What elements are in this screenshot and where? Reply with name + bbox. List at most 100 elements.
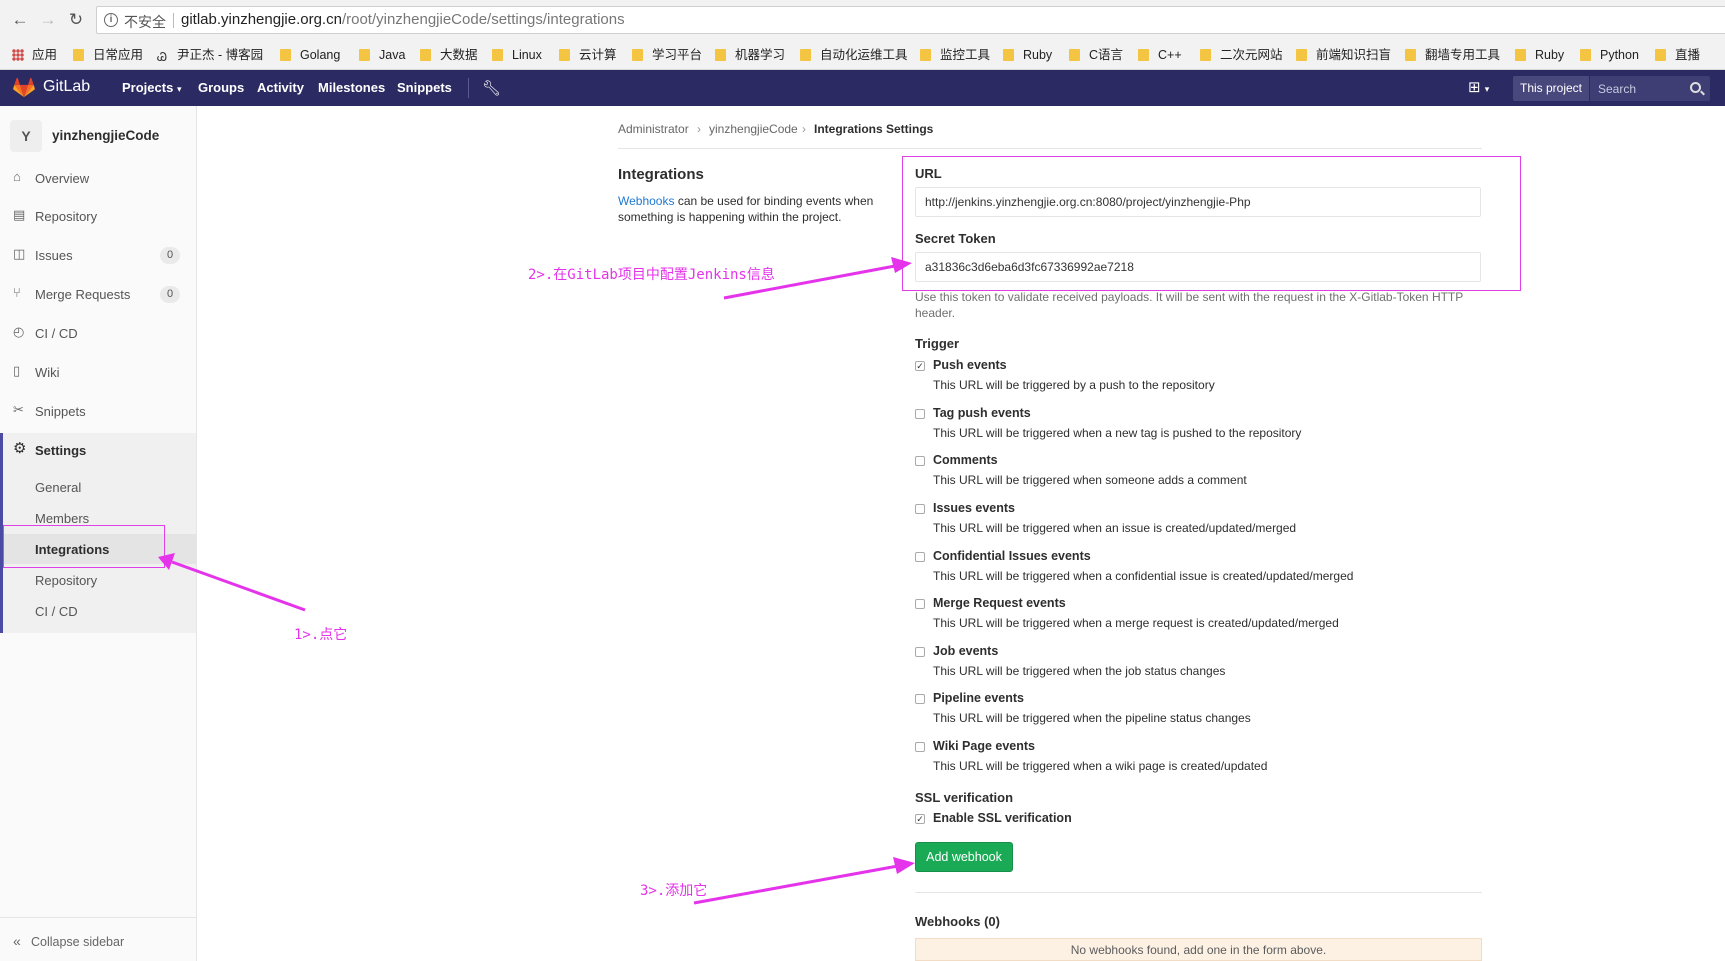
- project-name[interactable]: yinzhengjieCode: [52, 128, 159, 143]
- bookmark-item[interactable]: C++: [1138, 46, 1182, 64]
- issues-events-checkbox[interactable]: [915, 504, 925, 514]
- settings-sub-ci-cd[interactable]: CI / CD: [35, 604, 78, 619]
- merge-icon: ⑂: [13, 285, 21, 300]
- url-text[interactable]: gitlab.yinzhengjie.org.cn/root/yinzhengj…: [181, 11, 625, 28]
- bookmark-item[interactable]: Ruby: [1003, 46, 1052, 64]
- job-events-checkbox[interactable]: [915, 647, 925, 657]
- section-divider: [915, 892, 1482, 893]
- breadcrumb-chevron-icon: ›: [697, 122, 701, 136]
- breadcrumb-current: Integrations Settings: [814, 122, 934, 136]
- bookmark-item[interactable]: 直播: [1655, 46, 1700, 64]
- trigger-wiki-page-events: Wiki Page events This URL will be trigge…: [915, 739, 1515, 779]
- sidebar-item-overview[interactable]: ⌂ Overview: [0, 164, 196, 194]
- breadcrumb-chevron-icon: ›: [802, 122, 806, 136]
- sidebar-item-ci-cd[interactable]: ◴ CI / CD: [0, 319, 196, 349]
- nav-milestones[interactable]: Milestones: [318, 80, 385, 95]
- bookmark-item[interactable]: 前端知识扫盲: [1296, 46, 1391, 64]
- annotation-step3: 3>.添加它: [640, 883, 708, 899]
- nav-groups[interactable]: Groups: [198, 80, 244, 95]
- secret-token-help: Use this token to validate received payl…: [915, 290, 1464, 320]
- trigger-issues-events: Issues events This URL will be triggered…: [915, 501, 1515, 541]
- sidebar-item-snippets[interactable]: ✂ Snippets: [0, 397, 196, 427]
- pipeline-events-checkbox[interactable]: [915, 694, 925, 704]
- nav-activity[interactable]: Activity: [257, 80, 304, 95]
- bookmark-item[interactable]: Ruby: [1515, 46, 1564, 64]
- bookmark-apps[interactable]: 应用: [12, 46, 57, 64]
- issues-count-badge: 0: [160, 247, 180, 264]
- sidebar-item-settings[interactable]: ⚙ Settings: [0, 436, 196, 466]
- folder-icon: [1003, 49, 1014, 61]
- merge-request-events-checkbox[interactable]: [915, 599, 925, 609]
- trigger-tag-push-events: Tag push events This URL will be trigger…: [915, 406, 1515, 446]
- folder-icon: [1515, 49, 1526, 61]
- sidebar-item-wiki[interactable]: ▯ Wiki: [0, 358, 196, 388]
- comments-checkbox[interactable]: [915, 456, 925, 466]
- insecure-label: 不安全: [124, 14, 166, 30]
- folder-icon: [492, 49, 503, 61]
- confidential-issues-events-checkbox[interactable]: [915, 552, 925, 562]
- bookmarks-bar: 应用 日常应用 Ꮚ 尹正杰 - 博客园 Golang Java 大数据 Linux…: [0, 40, 1725, 70]
- ssl-verification-row: ✓ Enable SSL verification: [915, 811, 1072, 825]
- gear-icon: ⚙: [13, 440, 27, 457]
- nav-projects[interactable]: Projects ▾: [122, 80, 181, 95]
- issues-icon: ◫: [13, 246, 26, 261]
- collapse-sidebar-button[interactable]: « Collapse sidebar: [0, 917, 196, 961]
- nav-snippets[interactable]: Snippets: [397, 80, 452, 95]
- new-menu-button[interactable]: ⊞ ▾: [1468, 78, 1502, 98]
- wiki-page-events-checkbox[interactable]: [915, 742, 925, 752]
- add-webhook-button[interactable]: Add webhook: [915, 842, 1013, 872]
- bookmark-item[interactable]: 机器学习: [715, 46, 785, 64]
- bookmark-item[interactable]: 翻墙专用工具: [1405, 46, 1500, 64]
- wrench-icon[interactable]: 🔧︎: [482, 79, 501, 97]
- bookmark-item[interactable]: 大数据: [420, 46, 478, 64]
- bookmark-item[interactable]: 学习平台: [632, 46, 702, 64]
- search-icon[interactable]: [1690, 82, 1701, 93]
- folder-icon: [1138, 49, 1149, 61]
- webhooks-empty-state: No webhooks found, add one in the form a…: [915, 938, 1482, 961]
- bookmark-item[interactable]: Linux: [492, 46, 542, 64]
- bookmark-item[interactable]: C语言: [1069, 46, 1123, 64]
- bookmark-item[interactable]: 云计算: [559, 46, 617, 64]
- ssl-verification-checkbox[interactable]: ✓: [915, 814, 925, 824]
- folder-icon: [559, 49, 570, 61]
- gitlab-brand[interactable]: GitLab: [43, 78, 90, 96]
- bookmark-item[interactable]: Java: [359, 46, 405, 64]
- folder-icon: [280, 49, 291, 61]
- book-icon: ▯: [13, 363, 21, 378]
- bookmark-item[interactable]: 自动化运维工具: [800, 46, 908, 64]
- forward-arrow-icon[interactable]: →: [37, 9, 59, 31]
- search-input[interactable]: [1598, 76, 1688, 101]
- settings-sub-general[interactable]: General: [35, 480, 81, 495]
- annotation-step2: 2>.在GitLab项目中配置Jenkins信息: [528, 267, 775, 283]
- address-bar[interactable]: i 不安全 gitlab.yinzhengjie.org.cn/root/yin…: [96, 6, 1725, 34]
- breadcrumb-project[interactable]: yinzhengjieCode: [709, 122, 798, 136]
- bookmark-item[interactable]: 监控工具: [920, 46, 990, 64]
- back-arrow-icon[interactable]: ←: [9, 9, 31, 31]
- folder-icon: [715, 49, 726, 61]
- reload-icon[interactable]: ↻: [65, 9, 87, 31]
- settings-sub-repository[interactable]: Repository: [35, 573, 97, 588]
- settings-sub-members[interactable]: Members: [35, 511, 89, 526]
- search-scope-button[interactable]: This project: [1513, 76, 1589, 101]
- tag-push-events-checkbox[interactable]: [915, 409, 925, 419]
- push-events-checkbox[interactable]: ✓: [915, 361, 925, 371]
- bookmark-item[interactable]: Golang: [280, 46, 340, 64]
- webhooks-link[interactable]: Webhooks: [618, 194, 674, 208]
- bookmark-item[interactable]: 二次元网站: [1200, 46, 1283, 64]
- gitlab-logo-icon[interactable]: [12, 78, 36, 98]
- bookmark-item[interactable]: 日常应用: [73, 46, 143, 64]
- trigger-confidential-issues-events: Confidential Issues events This URL will…: [915, 549, 1515, 589]
- sidebar-item-merge-requests[interactable]: ⑂ Merge Requests 0: [0, 280, 196, 310]
- folder-icon: [1200, 49, 1211, 61]
- sidebar-item-repository[interactable]: ▤ Repository: [0, 202, 196, 232]
- bookmark-item[interactable]: Ꮚ 尹正杰 - 博客园: [157, 46, 263, 64]
- sidebar-item-issues[interactable]: ◫ Issues 0: [0, 241, 196, 271]
- info-icon[interactable]: i: [104, 13, 118, 27]
- url-path: /root/yinzhengjieCode/settings/integrati…: [341, 11, 625, 28]
- project-avatar[interactable]: Y: [10, 120, 42, 152]
- trigger-pipeline-events: Pipeline events This URL will be trigger…: [915, 691, 1515, 731]
- url-host: gitlab.yinzhengjie.org.cn: [181, 11, 342, 28]
- bookmark-item[interactable]: Python: [1580, 46, 1639, 64]
- breadcrumb-administrator[interactable]: Administrator: [618, 122, 689, 136]
- annotation-box-form: [902, 156, 1521, 291]
